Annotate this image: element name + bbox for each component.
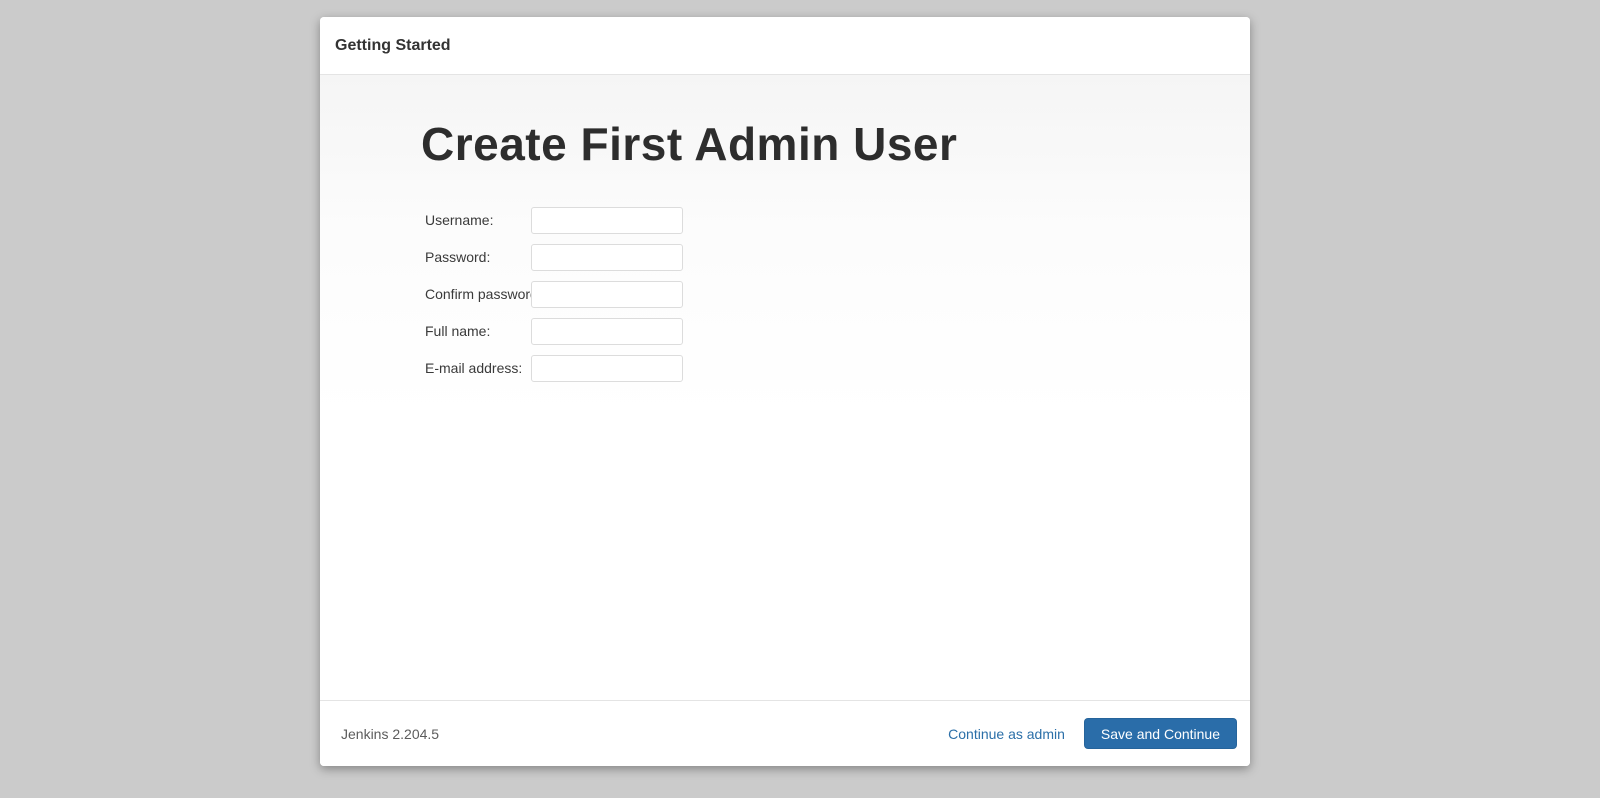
password-label: Password: [425,249,527,265]
fullname-label: Full name: [425,323,527,339]
wizard-header: Getting Started [320,17,1250,75]
create-admin-form: Username: Password: Confirm password: Fu… [425,207,1250,382]
username-label: Username: [425,212,527,228]
form-row-fullname: Full name: [425,318,1250,345]
confirm-password-field[interactable] [531,281,683,308]
wizard-footer: Jenkins 2.204.5 Continue as admin Save a… [320,700,1250,766]
footer-actions: Continue as admin Save and Continue [948,718,1237,749]
confirm-password-label: Confirm password: [425,286,527,302]
password-field[interactable] [531,244,683,271]
username-field[interactable] [531,207,683,234]
fullname-field[interactable] [531,318,683,345]
wizard-body: Create First Admin User Username: Passwo… [320,75,1250,700]
form-row-email: E-mail address: [425,355,1250,382]
continue-as-admin-link[interactable]: Continue as admin [948,726,1065,742]
email-label: E-mail address: [425,360,527,376]
page-title: Create First Admin User [421,115,1250,175]
setup-wizard-dialog: Getting Started Create First Admin User … [320,17,1250,766]
wizard-header-title: Getting Started [335,37,451,55]
jenkins-version-text: Jenkins 2.204.5 [341,726,439,742]
form-row-username: Username: [425,207,1250,234]
email-field[interactable] [531,355,683,382]
save-and-continue-button[interactable]: Save and Continue [1084,718,1237,749]
form-row-password: Password: [425,244,1250,271]
form-row-confirm-password: Confirm password: [425,281,1250,308]
